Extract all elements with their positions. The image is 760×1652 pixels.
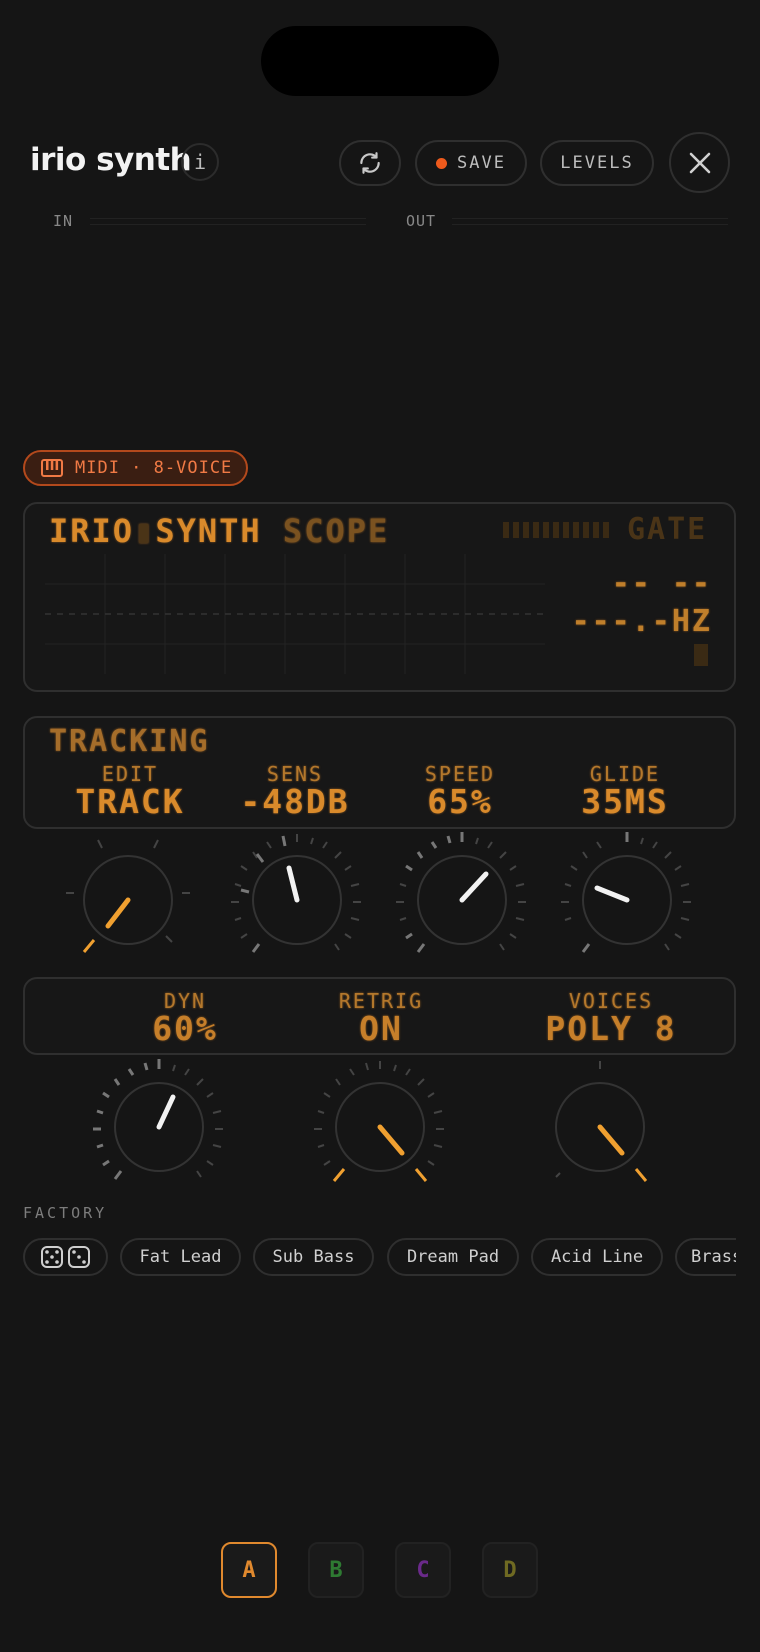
sens-knob[interactable] xyxy=(227,830,367,970)
dynamics-panel: DYN 60% RETRIG ON VOICES POLY 8 xyxy=(23,977,736,1055)
preset-chip-fat-lead[interactable]: Fat Lead xyxy=(120,1238,241,1276)
sens-value: -48DB xyxy=(240,782,350,821)
sync-button[interactable] xyxy=(339,140,401,186)
retrig-param: RETRIG ON xyxy=(281,989,481,1045)
scope-title-scope: SCOPE xyxy=(282,512,390,550)
scope-title: IRIO▮SYNTH SCOPE xyxy=(49,512,390,550)
save-button-label: SAVE xyxy=(457,153,506,173)
piano-keys-icon xyxy=(41,459,63,477)
note-readout: -- -- xyxy=(611,566,712,601)
factory-presets-label: FACTORY xyxy=(23,1204,108,1222)
preset-chip-brass[interactable]: Brass xyxy=(675,1238,736,1276)
speed-param: SPEED 65% xyxy=(385,762,535,818)
record-dot-icon xyxy=(436,157,448,169)
speed-knob[interactable] xyxy=(392,830,532,970)
close-button[interactable] xyxy=(669,132,730,193)
scope-cursor-block xyxy=(694,644,708,666)
retrig-knob[interactable] xyxy=(310,1057,450,1197)
edit-value: TRACK xyxy=(75,782,185,821)
close-icon xyxy=(689,152,710,173)
glide-knob[interactable] xyxy=(557,830,697,970)
preset-chip-acid-line[interactable]: Acid Line xyxy=(531,1238,663,1276)
midi-voice-badge[interactable]: MIDI · 8-VOICE xyxy=(23,450,248,486)
dice-icon xyxy=(40,1246,90,1268)
slot-d-button[interactable]: D xyxy=(482,1542,538,1598)
dyn-param: DYN 60% xyxy=(85,989,285,1045)
retrig-value: ON xyxy=(359,1009,403,1048)
tracking-heading: TRACKING xyxy=(49,724,210,759)
info-button[interactable]: i xyxy=(181,143,219,181)
device-notch xyxy=(261,26,499,96)
preset-chip-row: Fat Lead Sub Bass Dream Pad Acid Line Br… xyxy=(23,1238,736,1278)
edit-param: EDIT TRACK xyxy=(55,762,205,818)
app-title: irio synth xyxy=(30,142,192,178)
slot-a-button[interactable]: A xyxy=(221,1542,277,1598)
save-button[interactable]: SAVE xyxy=(415,140,527,186)
edit-knob[interactable] xyxy=(58,830,198,970)
frequency-readout: ---.-HZ xyxy=(571,604,712,639)
dyn-knob[interactable] xyxy=(89,1057,229,1197)
scope-grid xyxy=(45,554,545,674)
scope-title-synth: SYNTH xyxy=(155,512,262,550)
speed-value: 65% xyxy=(427,782,493,821)
voices-knob[interactable] xyxy=(530,1057,670,1197)
gate-indicator: GATE xyxy=(627,512,708,547)
slot-c-button[interactable]: C xyxy=(395,1542,451,1598)
input-level-meter xyxy=(90,218,366,225)
sens-param: SENS -48DB xyxy=(220,762,370,818)
preset-chip-dream-pad[interactable]: Dream Pad xyxy=(387,1238,519,1276)
glide-value: 35MS xyxy=(581,782,669,821)
preset-chip-sub-bass[interactable]: Sub Bass xyxy=(253,1238,374,1276)
refresh-icon xyxy=(360,152,380,174)
gate-led-bar xyxy=(503,522,609,538)
scope-title-brand: IRIO xyxy=(49,512,135,550)
tracking-panel: TRACKING EDIT TRACK SENS -48DB SPEED 65%… xyxy=(23,716,736,829)
voices-param: VOICES POLY 8 xyxy=(501,989,721,1045)
glide-param: GLIDE 35MS xyxy=(550,762,700,818)
dyn-value: 60% xyxy=(152,1009,218,1048)
output-level-meter xyxy=(452,218,728,225)
random-preset-button[interactable] xyxy=(23,1238,108,1276)
input-meter-label: IN xyxy=(53,212,74,230)
midi-voice-label: MIDI · 8-VOICE xyxy=(75,458,233,478)
output-meter-label: OUT xyxy=(406,212,437,230)
slot-b-button[interactable]: B xyxy=(308,1542,364,1598)
voices-value: POLY 8 xyxy=(545,1009,677,1048)
scope-display: IRIO▮SYNTH SCOPE GATE -- -- ---.-HZ xyxy=(23,502,736,692)
levels-button[interactable]: LEVELS xyxy=(540,140,654,186)
